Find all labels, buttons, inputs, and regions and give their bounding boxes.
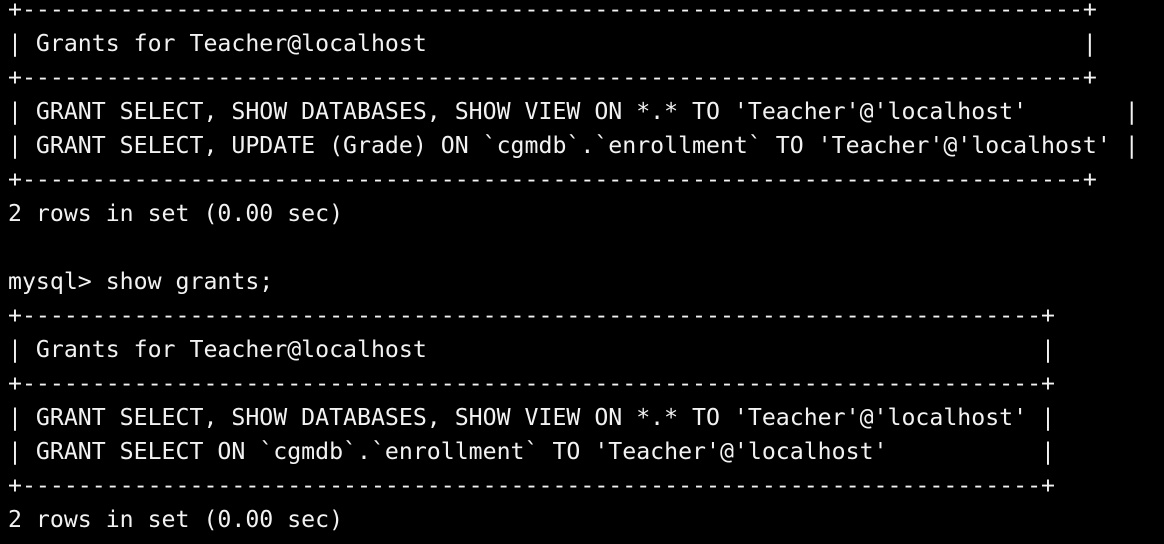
grant-row: | GRANT SELECT, UPDATE (Grade) ON `cgmdb…: [8, 132, 1139, 159]
table-border-bottom: +---------------------------------------…: [8, 472, 1056, 499]
table-header-row: | Grants for Teacher@localhost |: [8, 336, 1056, 363]
result-summary: 2 rows in set (0.00 sec): [8, 506, 344, 533]
table-border-top: +---------------------------------------…: [8, 0, 1097, 23]
terminal-window[interactable]: +---------------------------------------…: [8, 0, 1164, 544]
grant-row: | GRANT SELECT, SHOW DATABASES, SHOW VIE…: [8, 404, 1056, 431]
table-border-header: +---------------------------------------…: [8, 64, 1097, 91]
mysql-command-line[interactable]: mysql> show grants;: [8, 265, 1164, 299]
grant-row: | GRANT SELECT ON `cgmdb`.`enrollment` T…: [8, 438, 1056, 465]
table-border-header: +---------------------------------------…: [8, 370, 1056, 397]
table-border-top: +---------------------------------------…: [8, 302, 1056, 329]
table-border-bottom: +---------------------------------------…: [8, 166, 1097, 193]
result-summary: 2 rows in set (0.00 sec): [8, 200, 344, 227]
table-header-row: | Grants for Teacher@localhost |: [8, 30, 1097, 57]
grant-row: | GRANT SELECT, SHOW DATABASES, SHOW VIE…: [8, 98, 1139, 125]
